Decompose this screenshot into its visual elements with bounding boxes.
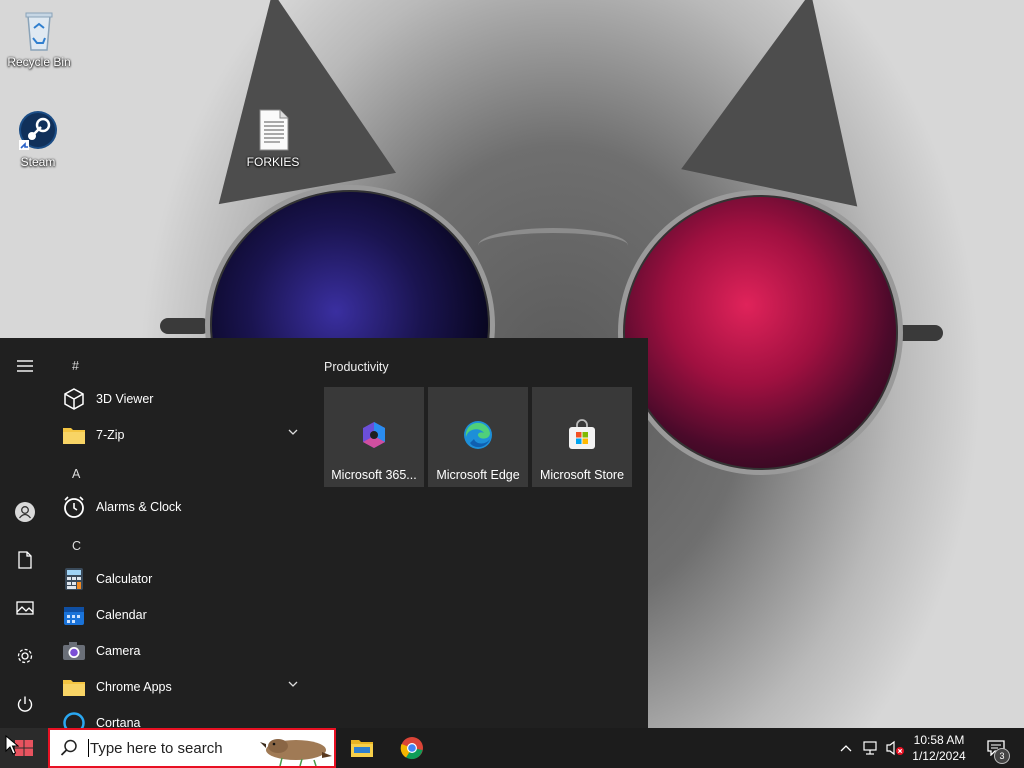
gear-icon	[17, 648, 33, 664]
cube-icon	[62, 387, 86, 411]
search-highlight-doodle-icon[interactable]	[260, 730, 332, 766]
documents-button[interactable]	[0, 540, 50, 580]
desktop-icon-recycle-bin[interactable]: Recycle Bin	[1, 8, 77, 69]
text-document-icon	[259, 109, 289, 151]
desktop-icon-label: FORKIES	[246, 155, 300, 169]
tile-label: Microsoft 365...	[331, 468, 417, 482]
folder-icon	[62, 675, 86, 699]
app-list: # 3D Viewer 7-Zip A Alarms & Clock C Cal…	[50, 338, 315, 728]
start-menu: # 3D Viewer 7-Zip A Alarms & Clock C Cal…	[0, 338, 648, 728]
microsoft-365-icon	[363, 422, 385, 448]
app-label: Alarms & Clock	[96, 500, 182, 514]
wallpaper-glasses-bridge	[478, 228, 628, 263]
search-placeholder: Type here to search	[90, 740, 223, 757]
hamburger-icon	[17, 360, 33, 372]
edge-icon	[464, 421, 492, 449]
wallpaper-cat-ear-left	[184, 0, 396, 205]
user-icon	[15, 502, 35, 522]
calculator-icon	[62, 567, 86, 591]
app-calculator[interactable]: Calculator	[62, 563, 312, 595]
app-chrome-apps[interactable]: Chrome Apps	[62, 671, 312, 703]
tile-microsoft-edge[interactable]: Microsoft Edge	[428, 387, 528, 487]
network-icon	[863, 741, 877, 755]
store-bag-icon	[569, 419, 595, 449]
tile-label: Microsoft Edge	[436, 468, 520, 482]
settings-button[interactable]	[0, 636, 50, 676]
document-icon	[18, 551, 32, 569]
chrome-icon	[400, 737, 423, 760]
power-icon	[17, 696, 33, 712]
tile-group-title[interactable]: Productivity	[324, 360, 389, 374]
power-button[interactable]	[0, 684, 50, 724]
search-box[interactable]: Type here to search	[48, 728, 336, 768]
desktop-icon-steam[interactable]: Steam	[0, 108, 76, 169]
alarm-clock-icon	[62, 495, 86, 519]
chevron-down-icon[interactable]	[288, 680, 298, 688]
expand-menu-button[interactable]	[0, 346, 50, 386]
clock-time: 10:58 AM	[913, 733, 965, 747]
tile-microsoft-store[interactable]: Microsoft Store	[532, 387, 632, 487]
chevron-up-icon	[840, 745, 852, 752]
app-label: 7-Zip	[96, 428, 125, 442]
clock-date: 1/12/2024	[912, 749, 966, 763]
wallpaper-cat-ear-right	[681, 0, 899, 207]
notification-count-badge: 3	[994, 748, 1010, 764]
show-hidden-icons-button[interactable]	[836, 728, 856, 768]
app-label: Camera	[96, 644, 141, 658]
taskbar: Type here to search 10:58 AM 1/12/2024 3	[0, 728, 1024, 768]
mouse-cursor-icon	[5, 735, 19, 755]
letter-header[interactable]: #	[72, 359, 79, 373]
app-label: Calculator	[96, 572, 153, 586]
app-label: Calendar	[96, 608, 147, 622]
app-3d-viewer[interactable]: 3D Viewer	[62, 383, 312, 415]
letter-header[interactable]: C	[72, 539, 81, 553]
action-center-button[interactable]: 3	[978, 728, 1014, 768]
app-label: Chrome Apps	[96, 680, 172, 694]
steam-icon	[19, 111, 57, 150]
wallpaper-glasses-temple-left	[160, 318, 210, 334]
chevron-down-icon[interactable]	[288, 428, 298, 436]
wallpaper-lens-right	[618, 190, 903, 475]
tile-microsoft-365[interactable]: Microsoft 365...	[324, 387, 424, 487]
desktop-icon-label: Recycle Bin	[7, 55, 71, 69]
folder-icon	[62, 423, 86, 447]
app-calendar[interactable]: Calendar	[62, 599, 312, 631]
volume-button[interactable]	[884, 728, 906, 768]
app-label: 3D Viewer	[96, 392, 154, 406]
app-label: Cortana	[96, 716, 141, 728]
tiles-panel: Productivity Microsoft 365... Microsoft …	[322, 338, 642, 728]
text-caret	[88, 739, 89, 757]
cortana-icon	[62, 711, 86, 728]
app-7-zip[interactable]: 7-Zip	[62, 419, 312, 451]
recycle-bin-icon	[25, 12, 53, 51]
taskbar-chrome[interactable]	[388, 728, 436, 768]
app-camera[interactable]: Camera	[62, 635, 312, 667]
app-alarms-clock[interactable]: Alarms & Clock	[62, 491, 312, 523]
tile-label: Microsoft Store	[539, 468, 625, 482]
clock[interactable]: 10:58 AM 1/12/2024	[906, 732, 972, 764]
start-rail	[0, 338, 50, 728]
letter-header[interactable]: A	[72, 467, 80, 481]
app-cortana[interactable]: Cortana	[62, 707, 312, 728]
picture-icon	[16, 601, 34, 615]
pictures-button[interactable]	[0, 588, 50, 628]
search-icon	[60, 739, 77, 756]
desktop-icon-label: Steam	[20, 155, 56, 169]
volume-muted-icon	[886, 740, 904, 756]
camera-icon	[62, 639, 86, 663]
taskbar-file-explorer[interactable]	[338, 728, 386, 768]
file-explorer-icon	[351, 740, 373, 757]
network-button[interactable]	[860, 728, 882, 768]
calendar-icon	[62, 603, 86, 627]
account-button[interactable]	[0, 492, 50, 532]
desktop-icon-forkies[interactable]: FORKIES	[235, 108, 311, 169]
